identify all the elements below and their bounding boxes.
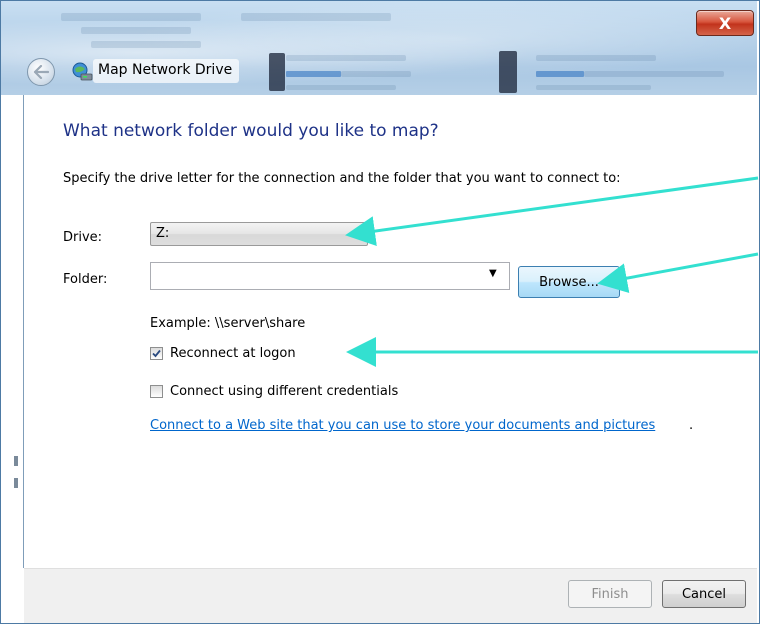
chevron-down-icon[interactable]: ▼ bbox=[489, 268, 497, 279]
folder-label: Folder: bbox=[63, 272, 108, 287]
credentials-option[interactable]: Connect using different credentials bbox=[150, 384, 398, 399]
reconnect-option[interactable]: Reconnect at logon bbox=[150, 346, 296, 361]
back-arrow-icon bbox=[33, 65, 49, 79]
close-icon: X bbox=[718, 13, 732, 33]
folder-combobox[interactable] bbox=[150, 262, 510, 290]
drive-label: Drive: bbox=[63, 230, 103, 245]
reconnect-checkbox[interactable] bbox=[150, 347, 163, 360]
instruction-text: Specify the drive letter for the connect… bbox=[63, 171, 621, 186]
credentials-label: Connect using different credentials bbox=[170, 384, 399, 399]
drive-select[interactable]: Z: bbox=[150, 222, 368, 246]
checkmark-icon bbox=[152, 349, 161, 358]
close-button[interactable]: X bbox=[696, 10, 754, 36]
title-bar: X Map Network Drive bbox=[1, 1, 757, 95]
window-title: Map Network Drive bbox=[98, 62, 233, 78]
browse-button[interactable]: Browse... bbox=[518, 266, 620, 298]
drive-value: Z: bbox=[156, 226, 170, 241]
dialog-window: X Map Network Drive What network folder … bbox=[0, 0, 760, 624]
back-button[interactable] bbox=[27, 58, 55, 86]
example-text: Example: \\server\share bbox=[150, 316, 306, 331]
cancel-button[interactable]: Cancel bbox=[662, 580, 746, 608]
credentials-checkbox[interactable] bbox=[150, 385, 163, 398]
reconnect-label: Reconnect at logon bbox=[170, 346, 296, 361]
link-period: . bbox=[689, 418, 694, 433]
page-heading: What network folder would you like to ma… bbox=[63, 121, 439, 141]
web-site-link[interactable]: Connect to a Web site that you can use t… bbox=[150, 418, 655, 433]
network-drive-icon bbox=[72, 62, 93, 81]
dialog-content bbox=[23, 95, 758, 568]
finish-button[interactable]: Finish bbox=[568, 580, 652, 608]
